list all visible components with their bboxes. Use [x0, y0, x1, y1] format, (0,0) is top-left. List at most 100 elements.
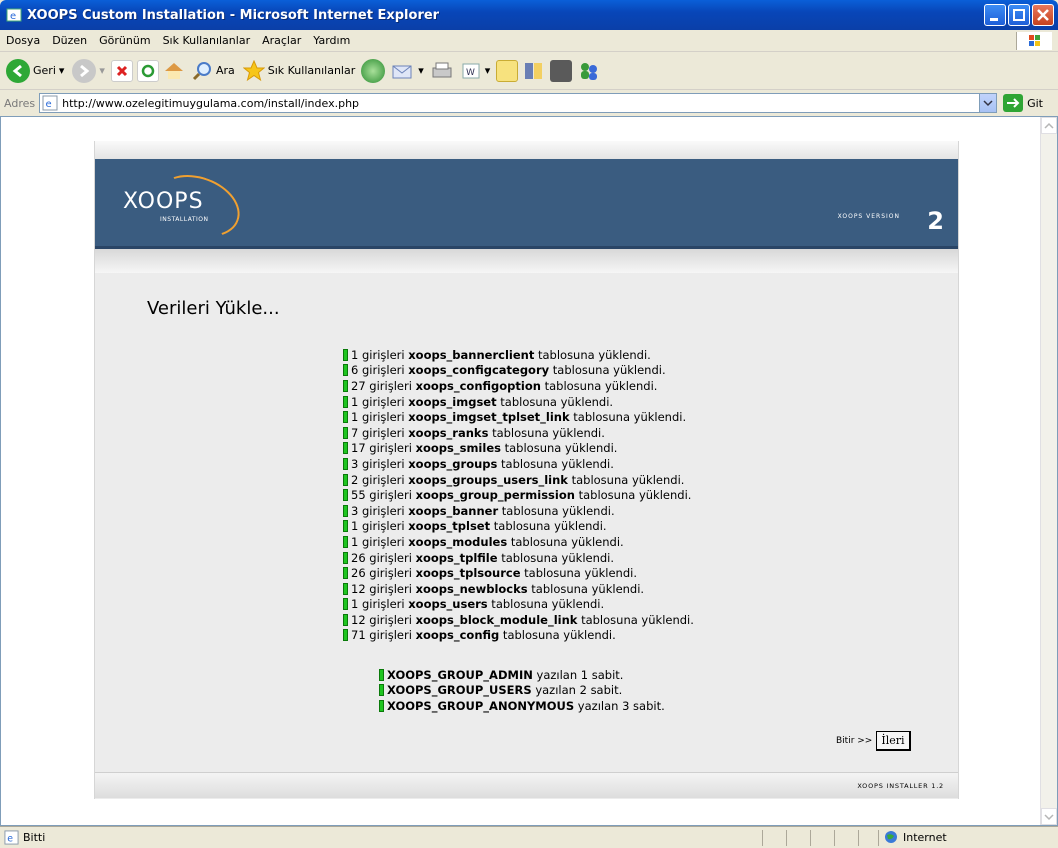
- version-number: 2: [927, 207, 944, 235]
- discuss-icon[interactable]: [496, 59, 519, 82]
- title-bar[interactable]: e XOOPS Custom Installation - Microsoft …: [0, 0, 1058, 30]
- next-button[interactable]: İleri: [876, 731, 911, 751]
- zone-label: Internet: [903, 830, 947, 844]
- log-line: 1 girişleri xoops_users tablosuna yüklen…: [343, 597, 694, 613]
- logo-subtitle: INSTALLATION: [160, 216, 209, 223]
- log-table-name: xoops_configoption: [415, 378, 541, 393]
- log-count: 26: [351, 566, 366, 581]
- forward-button[interactable]: ▾: [70, 56, 107, 86]
- log-line: 1 girişleri xoops_tplset tablosuna yükle…: [343, 519, 694, 535]
- search-button[interactable]: Ara: [189, 56, 237, 86]
- favorites-button[interactable]: Sık Kullanılanlar: [241, 56, 358, 86]
- status-ok-icon: [343, 379, 348, 392]
- menu-duzen[interactable]: Düzen: [52, 34, 87, 47]
- minimize-button[interactable]: [984, 4, 1006, 26]
- chevron-down-icon[interactable]: ▾: [99, 64, 105, 77]
- constant-line: XOOPS_GROUP_ADMIN yazılan 1 sabit.: [379, 667, 665, 683]
- windows-logo-icon: [1016, 32, 1052, 50]
- address-dropdown-icon[interactable]: [979, 94, 997, 112]
- messenger-icon[interactable]: [576, 60, 602, 82]
- log-prefix: girişleri: [365, 581, 416, 596]
- messenger-block-icon[interactable]: [550, 59, 573, 82]
- go-button[interactable]: Git: [1003, 94, 1043, 112]
- status-text: Bitti: [23, 831, 46, 844]
- log-count: 7: [351, 425, 359, 440]
- star-icon: [242, 59, 265, 81]
- log-table-name: xoops_banner: [408, 503, 499, 518]
- log-prefix: girişleri: [358, 519, 409, 534]
- edit-button[interactable]: W ▾: [458, 56, 493, 86]
- favorites-label: Sık Kullanılanlar: [267, 64, 356, 77]
- log-prefix: girişleri: [365, 441, 416, 456]
- log-count: 3: [351, 456, 359, 471]
- log-prefix: girişleri: [358, 456, 409, 471]
- log-line: 27 girişleri xoops_configoption tablosun…: [343, 378, 694, 394]
- scroll-up-icon[interactable]: [1041, 117, 1057, 134]
- home-icon[interactable]: [163, 60, 185, 82]
- log-suffix: tablosuna yüklendi.: [574, 488, 692, 503]
- status-ok-icon: [343, 551, 348, 564]
- status-ok-icon: [343, 364, 348, 377]
- log-line: 6 girişleri xoops_configcategory tablosu…: [343, 363, 694, 379]
- installer-banner: XOOPS INSTALLATION XOOPS VERSION 2: [95, 159, 958, 249]
- scroll-down-icon[interactable]: [1041, 808, 1057, 825]
- log-suffix: tablosuna yüklendi.: [499, 628, 616, 643]
- log-suffix: tablosuna yüklendi.: [527, 581, 645, 596]
- menu-dosya[interactable]: Dosya: [6, 34, 40, 47]
- status-ok-icon: [379, 668, 384, 681]
- log-table-name: xoops_modules: [408, 534, 508, 549]
- log-prefix: girişleri: [365, 488, 416, 503]
- log-prefix: girişleri: [358, 534, 409, 549]
- log-prefix: girişleri: [365, 550, 416, 565]
- vertical-scrollbar[interactable]: [1040, 117, 1057, 825]
- log-prefix: girişleri: [358, 410, 409, 425]
- log-suffix: tablosuna yüklendi.: [487, 597, 605, 612]
- print-icon[interactable]: [430, 60, 454, 82]
- menu-help[interactable]: Yardım: [313, 34, 350, 47]
- log-line: 1 girişleri xoops_bannerclient tablosuna…: [343, 347, 694, 363]
- log-suffix: tablosuna yüklendi.: [500, 441, 618, 456]
- log-count: 71: [351, 628, 366, 643]
- log-prefix: girişleri: [358, 597, 409, 612]
- log-prefix: girişleri: [365, 566, 416, 581]
- chevron-down-icon[interactable]: ▾: [485, 64, 491, 77]
- svg-text:W: W: [466, 68, 475, 78]
- log-line: 2 girişleri xoops_groups_users_link tabl…: [343, 472, 694, 488]
- status-ok-icon: [343, 411, 348, 424]
- close-button[interactable]: [1032, 4, 1054, 26]
- menu-tools[interactable]: Araçlar: [262, 34, 301, 47]
- finish-label: Bitir >>: [836, 736, 873, 746]
- menu-favorites[interactable]: Sık Kullanılanlar: [163, 34, 251, 47]
- log-table-name: xoops_tplset: [408, 519, 491, 534]
- log-prefix: girişleri: [358, 425, 409, 440]
- back-button[interactable]: Geri ▾: [4, 56, 66, 86]
- refresh-icon[interactable]: [136, 59, 159, 82]
- log-count: 12: [351, 581, 366, 596]
- log-table-name: xoops_smiles: [415, 441, 501, 456]
- log-prefix: girişleri: [358, 472, 409, 487]
- log-count: 17: [351, 441, 366, 456]
- log-table-name: xoops_groups_users_link: [408, 472, 568, 487]
- svg-text:e: e: [7, 833, 13, 844]
- address-input[interactable]: e http://www.ozelegitimuygulama.com/inst…: [39, 93, 998, 113]
- log-suffix: tablosuna yüklendi.: [498, 503, 615, 518]
- window-title: XOOPS Custom Installation - Microsoft In…: [27, 7, 440, 23]
- log-count: 1: [351, 534, 359, 549]
- browser-viewport: XOOPS INSTALLATION XOOPS VERSION 2 Veril…: [0, 116, 1058, 826]
- status-ok-icon: [343, 442, 348, 455]
- stop-icon[interactable]: [110, 59, 133, 82]
- back-arrow-icon: [6, 58, 30, 83]
- maximize-button[interactable]: [1008, 4, 1030, 26]
- search-icon: [192, 61, 211, 80]
- constant-line: XOOPS_GROUP_ANONYMOUS yazılan 3 sabit.: [379, 698, 665, 714]
- history-icon[interactable]: [361, 58, 386, 83]
- research-icon[interactable]: [522, 60, 546, 82]
- status-ok-icon: [343, 426, 348, 439]
- globe-icon: [885, 831, 897, 843]
- mail-button[interactable]: ▾: [389, 56, 426, 86]
- chevron-down-icon[interactable]: ▾: [59, 64, 65, 77]
- status-bar: e Bitti Internet: [0, 826, 1058, 848]
- chevron-down-icon[interactable]: ▾: [418, 64, 424, 77]
- forward-arrow-icon: [72, 58, 97, 83]
- menu-gorunum[interactable]: Görünüm: [99, 34, 150, 47]
